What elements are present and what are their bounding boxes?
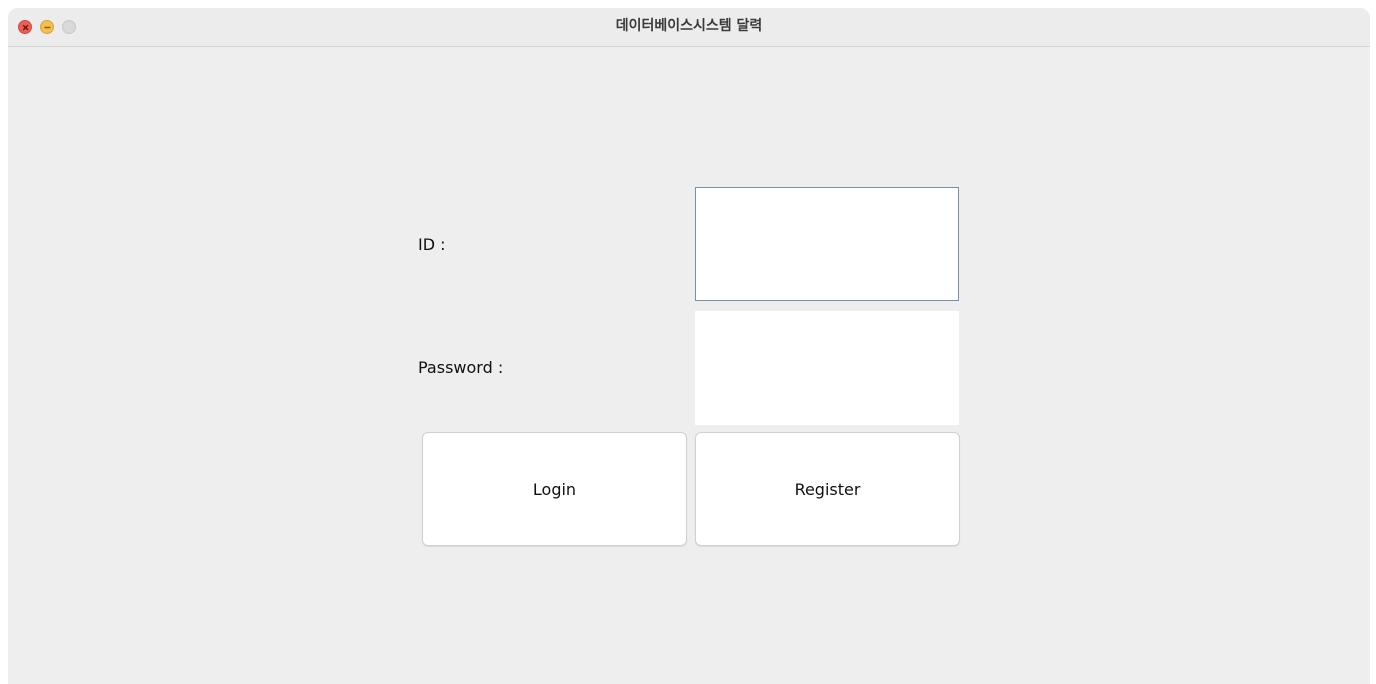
login-button[interactable]: Login [422, 432, 687, 546]
title-bar[interactable]: 데이터베이스시스템 달력 [8, 8, 1370, 47]
password-input[interactable] [695, 311, 959, 425]
minimize-window-button[interactable] [40, 20, 54, 34]
id-label: ID : [418, 235, 446, 254]
register-button-label: Register [794, 479, 861, 499]
register-button[interactable]: Register [695, 432, 960, 546]
close-icon [22, 24, 29, 31]
password-label: Password : [418, 358, 504, 377]
login-button-label: Login [532, 479, 577, 499]
zoom-window-button[interactable] [62, 20, 76, 34]
close-window-button[interactable] [18, 20, 32, 34]
window-title: 데이터베이스시스템 달력 [615, 18, 763, 34]
id-input[interactable] [695, 187, 959, 301]
app-window: 데이터베이스시스템 달력 ID : Password : Login Regis… [8, 8, 1370, 684]
minimize-icon [44, 26, 51, 29]
